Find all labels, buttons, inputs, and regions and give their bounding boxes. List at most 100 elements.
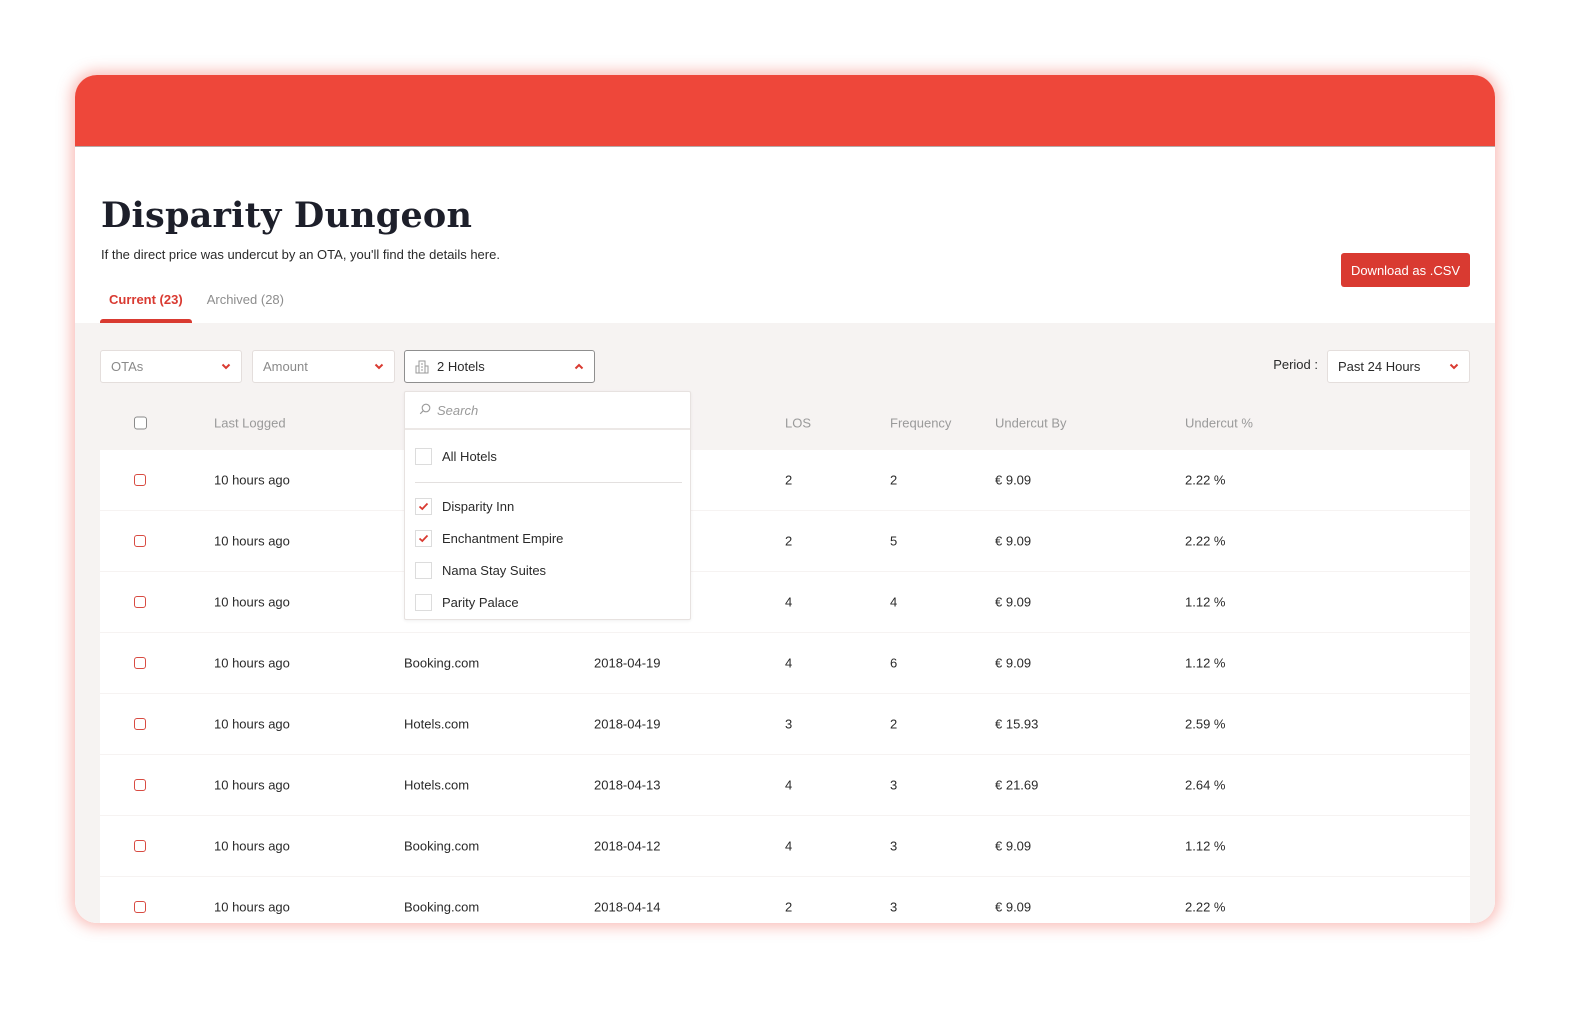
undercut-by-cell: € 9.09 xyxy=(995,472,1032,488)
hotels-filter-value: 2 Hotels xyxy=(437,359,485,374)
row-checkbox[interactable] xyxy=(134,901,146,913)
hotel-search-input[interactable] xyxy=(437,402,657,418)
table-row[interactable]: 10 hours ago Hotels.com 2018-04-19 3 2 € 15.9… xyxy=(100,694,1470,754)
select-all-checkbox[interactable] xyxy=(134,416,147,429)
checkbox-checked[interactable] xyxy=(415,498,432,515)
amount-filter-placeholder: Amount xyxy=(263,359,308,374)
row-checkbox[interactable] xyxy=(134,718,146,730)
los-cell: 2 xyxy=(785,533,793,549)
last-logged-cell: 10 hours ago xyxy=(214,594,290,610)
period-label: Period : xyxy=(1273,357,1318,372)
hotel-option[interactable]: Enchantment Empire xyxy=(415,530,563,547)
ota-cell: Booking.com xyxy=(404,655,480,671)
hotel-option-label: Disparity Inn xyxy=(442,499,515,514)
column-header-last-logged[interactable]: Last Logged xyxy=(214,415,286,430)
row-checkbox[interactable] xyxy=(134,657,146,669)
table-row[interactable]: 10 hours ago 4 4 € 9.09 1.12 % xyxy=(100,572,1470,632)
hotel-option-all[interactable]: All Hotels xyxy=(415,448,497,465)
row-checkbox[interactable] xyxy=(134,596,146,608)
hotels-filter-select[interactable]: 2 Hotels xyxy=(404,350,595,383)
los-cell: 4 xyxy=(785,594,793,610)
los-cell: 2 xyxy=(785,899,793,915)
chevron-up-icon xyxy=(574,362,584,372)
table-row[interactable]: 10 hours ago Booking.com 2018-04-19 4 6 € 9.0… xyxy=(100,633,1470,693)
checkbox-unchecked[interactable] xyxy=(415,448,432,465)
date-cell: 2018-04-12 xyxy=(594,838,661,854)
hotel-option[interactable]: Parity Palace xyxy=(415,594,519,611)
main-content: Disparity Dungeon If the direct price wa… xyxy=(75,147,1495,923)
otas-filter-placeholder: OTAs xyxy=(111,359,144,374)
undercut-by-cell: € 9.09 xyxy=(995,655,1032,671)
hotel-option[interactable]: Disparity Inn xyxy=(415,498,514,515)
period-value: Past 24 Hours xyxy=(1338,359,1421,374)
undercut-by-cell: € 9.09 xyxy=(995,533,1032,549)
frequency-cell: 4 xyxy=(890,594,898,610)
frequency-cell: 3 xyxy=(890,838,898,854)
date-cell: 2018-04-19 xyxy=(594,716,661,732)
ota-cell: Hotels.com xyxy=(404,777,470,793)
frequency-cell: 5 xyxy=(890,533,898,549)
row-checkbox[interactable] xyxy=(134,474,146,486)
undercut-by-cell: € 9.09 xyxy=(995,899,1032,915)
table-row[interactable]: 10 hours ago Hotels.com 2018-04-13 4 3 € 21.6… xyxy=(100,755,1470,815)
last-logged-cell: 10 hours ago xyxy=(214,838,290,854)
table-row[interactable]: 10 hours ago 2 5 € 9.09 2.22 % xyxy=(100,511,1470,571)
undercut-pct-cell: 1.12 % xyxy=(1185,594,1226,610)
frequency-cell: 6 xyxy=(890,655,898,671)
los-cell: 4 xyxy=(785,838,793,854)
table-body: 10 hours ago 2 2 € 9.09 2.22 % 10 hours ago 2 5… xyxy=(100,450,1470,923)
last-logged-cell: 10 hours ago xyxy=(214,533,290,549)
page-subtitle: If the direct price was undercut by an O… xyxy=(101,247,500,262)
last-logged-cell: 10 hours ago xyxy=(214,655,290,671)
los-cell: 4 xyxy=(785,777,793,793)
column-header-los[interactable]: LOS xyxy=(785,415,811,430)
page-title: Disparity Dungeon xyxy=(101,195,473,236)
chevron-down-icon xyxy=(374,362,384,372)
frequency-cell: 2 xyxy=(890,716,898,732)
period-select[interactable]: Past 24 Hours xyxy=(1327,350,1470,383)
undercut-pct-cell: 1.12 % xyxy=(1185,655,1226,671)
last-logged-cell: 10 hours ago xyxy=(214,716,290,732)
column-header-undercut-by[interactable]: Undercut By xyxy=(995,415,1067,430)
hotel-option-label: Parity Palace xyxy=(442,595,519,610)
checkmark-icon xyxy=(418,502,429,511)
hotel-option-label: Enchantment Empire xyxy=(442,531,564,546)
table-row[interactable]: 10 hours ago Booking.com 2018-04-14 2 3 € 9.0… xyxy=(100,877,1470,923)
undercut-by-cell: € 21.69 xyxy=(995,777,1039,793)
hotels-dropdown-menu: All Hotels Disparity Inn Enchantment Empi… xyxy=(404,391,691,620)
download-csv-button[interactable]: Download as .CSV xyxy=(1341,253,1470,287)
undercut-pct-cell: 2.22 % xyxy=(1185,533,1226,549)
date-cell: 2018-04-14 xyxy=(594,899,661,915)
table-row[interactable]: 10 hours ago 2 2 € 9.09 2.22 % xyxy=(100,450,1470,510)
row-checkbox[interactable] xyxy=(134,840,146,852)
amount-filter-select[interactable]: Amount xyxy=(252,350,395,383)
otas-filter-select[interactable]: OTAs xyxy=(100,350,242,383)
frequency-cell: 3 xyxy=(890,899,898,915)
row-checkbox[interactable] xyxy=(134,779,146,791)
table-row[interactable]: 10 hours ago Booking.com 2018-04-12 4 3 € 9.0… xyxy=(100,816,1470,876)
checkbox-unchecked[interactable] xyxy=(415,562,432,579)
dropdown-divider xyxy=(415,482,682,483)
column-header-frequency[interactable]: Frequency xyxy=(890,415,951,430)
tab-bar: Current (23) Archived (28) xyxy=(100,285,299,323)
row-checkbox[interactable] xyxy=(134,535,146,547)
frequency-cell: 2 xyxy=(890,472,898,488)
last-logged-cell: 10 hours ago xyxy=(214,777,290,793)
undercut-pct-cell: 2.64 % xyxy=(1185,777,1226,793)
ota-cell: Hotels.com xyxy=(404,716,470,732)
undercut-pct-cell: 2.22 % xyxy=(1185,472,1226,488)
last-logged-cell: 10 hours ago xyxy=(214,899,290,915)
checkbox-checked[interactable] xyxy=(415,530,432,547)
chevron-down-icon xyxy=(1449,362,1459,372)
column-header-undercut-pct[interactable]: Undercut % xyxy=(1185,415,1253,430)
tab-current[interactable]: Current (23) xyxy=(100,285,192,323)
los-cell: 2 xyxy=(785,472,793,488)
undercut-pct-cell: 2.22 % xyxy=(1185,899,1226,915)
hotel-option-label: All Hotels xyxy=(442,449,497,464)
tab-archived[interactable]: Archived (28) xyxy=(198,285,293,323)
checkbox-unchecked[interactable] xyxy=(415,594,432,611)
app-window: Disparity Dungeon If the direct price wa… xyxy=(75,75,1495,923)
hotel-building-icon xyxy=(415,360,429,374)
undercut-pct-cell: 2.59 % xyxy=(1185,716,1226,732)
hotel-option[interactable]: Nama Stay Suites xyxy=(415,562,546,579)
